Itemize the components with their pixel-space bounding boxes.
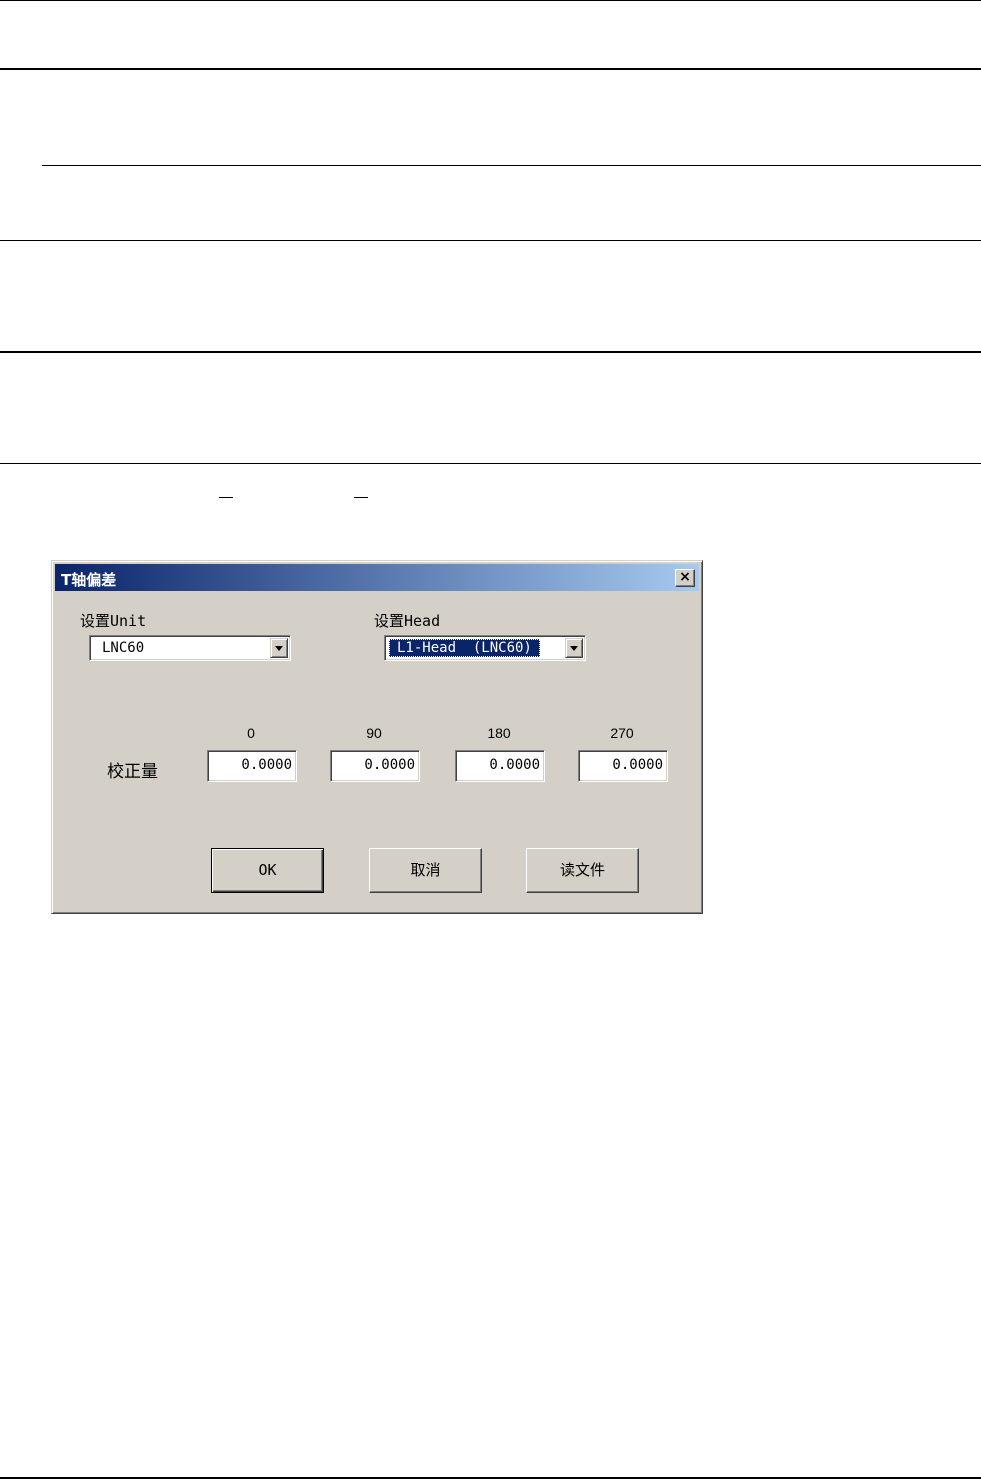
- unit-label: 设置Unit: [80, 612, 147, 630]
- close-button[interactable]: ×: [675, 569, 695, 587]
- unit-select[interactable]: LNC60: [89, 635, 291, 661]
- cancel-button[interactable]: 取消: [369, 848, 482, 893]
- column-header-180: 180: [487, 725, 511, 741]
- table-rule: [0, 240, 981, 241]
- correction-input-270[interactable]: 0.0000: [578, 750, 668, 782]
- head-select-value: L1-Head (LNC60): [389, 639, 540, 657]
- head-label: 设置Head: [374, 612, 441, 630]
- correction-input-90[interactable]: 0.0000: [330, 750, 420, 782]
- read-file-button[interactable]: 读文件: [526, 848, 639, 893]
- chevron-down-icon[interactable]: [565, 638, 583, 658]
- column-header-90: 90: [366, 725, 382, 741]
- chevron-down-icon[interactable]: [270, 638, 288, 658]
- table-rule: [0, 68, 981, 70]
- overline-mark: [354, 497, 368, 498]
- dialog-title: T轴偏差: [61, 571, 117, 589]
- table-rule: [0, 0, 981, 1]
- dialog-titlebar[interactable]: T轴偏差 ×: [55, 564, 699, 591]
- correction-input-180[interactable]: 0.0000: [455, 750, 545, 782]
- correction-input-0[interactable]: 0.0000: [207, 750, 297, 782]
- table-rule: [0, 463, 981, 464]
- table-rule: [0, 351, 981, 353]
- column-header-0: 0: [247, 725, 255, 741]
- footer-rule: [0, 1477, 981, 1479]
- overline-mark: [219, 497, 233, 498]
- t-axis-offset-dialog: T轴偏差 × 设置Unit LNC60 设置Head L1-Head (LNC6…: [51, 560, 703, 914]
- column-header-270: 270: [610, 725, 634, 741]
- correction-label: 校正量: [107, 762, 158, 782]
- unit-select-value: LNC60: [102, 640, 145, 656]
- close-icon: ×: [679, 569, 691, 585]
- ok-button[interactable]: OK: [211, 848, 324, 893]
- table-rule: [42, 165, 981, 166]
- head-select[interactable]: L1-Head (LNC60): [384, 635, 586, 661]
